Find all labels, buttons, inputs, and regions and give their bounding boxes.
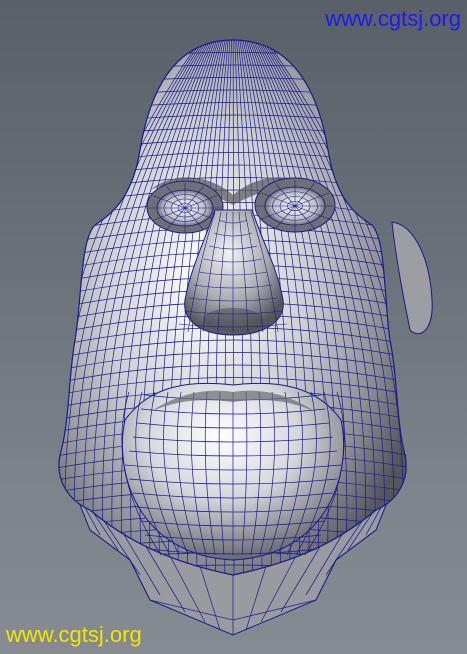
right-ear xyxy=(391,221,433,335)
wireframe-head-mesh[interactable] xyxy=(0,0,467,654)
watermark-top: www.cgtsj.org xyxy=(325,6,461,31)
maya-viewport[interactable]: www.cgtsj.org www.cgtsj.org xyxy=(0,0,467,654)
watermark-bottom: www.cgtsj.org xyxy=(6,622,142,647)
